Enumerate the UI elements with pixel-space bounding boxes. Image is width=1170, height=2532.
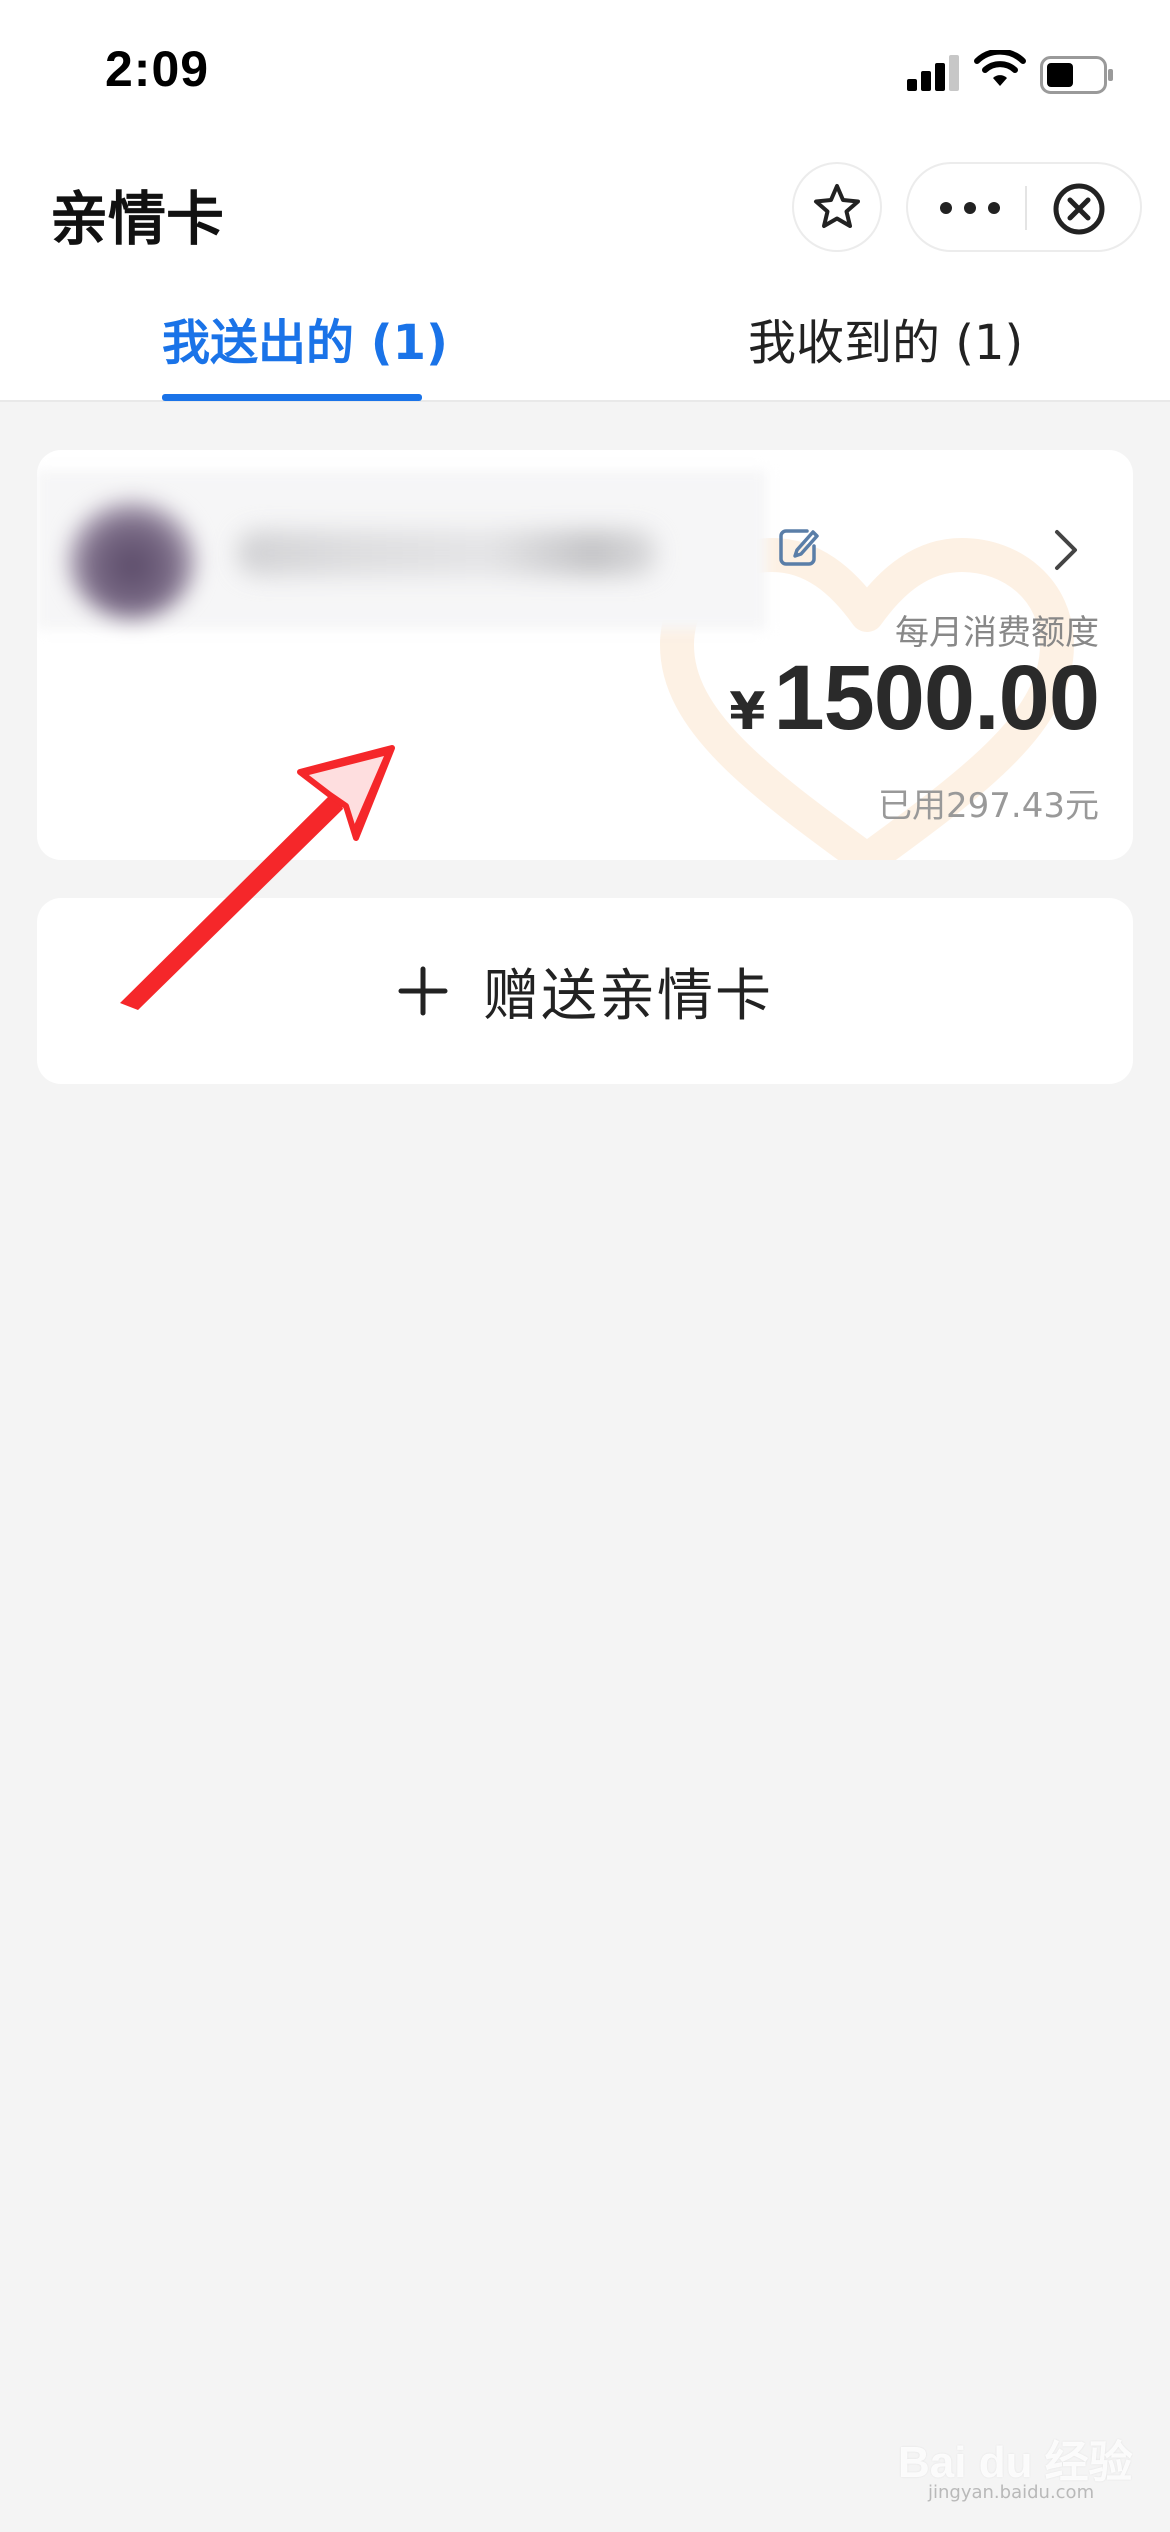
used-amount: 已用297.43元 (878, 786, 1099, 826)
close-circle-icon[interactable] (1052, 182, 1106, 236)
star-icon (814, 184, 860, 228)
cellular-signal-icon (907, 55, 959, 91)
currency-symbol: ¥ (729, 682, 766, 742)
quota-amount: ¥ 1500.00 (729, 646, 1100, 751)
family-card[interactable]: 每月消费额度 ¥ 1500.00 已用297.43元 (37, 450, 1133, 860)
gift-card-button[interactable]: 赠送亲情卡 (37, 898, 1133, 1084)
edit-icon[interactable] (777, 526, 819, 568)
watermark-url: jingyan.baidu.com (928, 2482, 1095, 2503)
active-tab-indicator (162, 394, 422, 401)
watermark-text: Bai du 经验 (898, 2438, 1133, 2487)
capsule-divider (1025, 186, 1027, 230)
plus-icon (398, 966, 448, 1016)
mini-program-capsule (906, 162, 1142, 252)
tab-sent[interactable]: 我送出的 (1) (162, 303, 448, 373)
more-dots-icon (940, 202, 1000, 214)
amount-value: 1500.00 (773, 647, 1100, 749)
baidu-watermark: Bai du 经验 jingyan.baidu.com (898, 2410, 1138, 2503)
more-button[interactable] (938, 192, 1002, 224)
status-time: 2:09 (105, 41, 210, 97)
chevron-right-icon[interactable] (1051, 528, 1081, 572)
avatar (67, 500, 197, 620)
wifi-icon (974, 50, 1026, 86)
battery-icon (1040, 56, 1113, 94)
gift-card-label: 赠送亲情卡 (483, 963, 773, 1029)
favorite-button[interactable] (792, 162, 882, 252)
tab-received[interactable]: 我收到的 (1) (748, 303, 1023, 373)
recipient-name-blurred (237, 530, 657, 576)
top-bar: 2:09 亲情卡 我送出的 (1) 我收到的 (1) (0, 0, 1170, 402)
page-title: 亲情卡 (50, 185, 225, 253)
